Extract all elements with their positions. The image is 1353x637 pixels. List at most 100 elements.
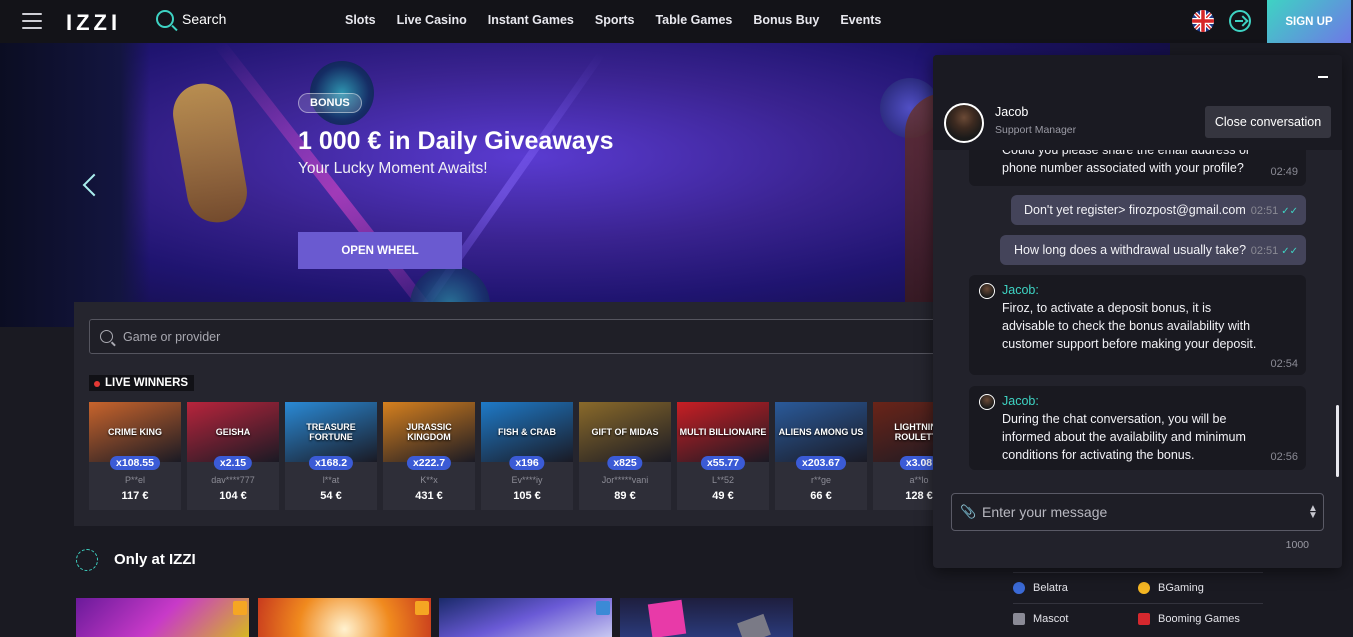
attachment-icon[interactable]: 📎 — [960, 505, 976, 519]
game-search-input[interactable] — [123, 329, 823, 344]
win-amount: 105 € — [513, 490, 541, 502]
winner-name: K**x — [420, 475, 438, 485]
provider-bgaming[interactable]: BGaming — [1138, 582, 1263, 594]
read-check-icon: ✓✓ — [1281, 206, 1298, 217]
chat-message: How long does a withdrawal usually take?… — [1000, 235, 1306, 265]
win-amount: 104 € — [219, 490, 247, 502]
provider-label: Mascot — [1033, 613, 1069, 625]
resize-arrows-icon[interactable]: ▲ ▼ — [1303, 504, 1323, 521]
multiplier-badge: x825 — [607, 456, 643, 470]
provider-mascot[interactable]: Mascot — [1013, 613, 1138, 625]
winner-card[interactable]: GEISHA x2.15 dav****777 104 € — [187, 402, 279, 510]
game-title: GEISHA — [215, 427, 251, 437]
multiplier-badge: x168.2 — [308, 456, 354, 470]
login-icon[interactable] — [1229, 10, 1251, 32]
chat-message: Jacob: Firoz, to activate a deposit bonu… — [969, 275, 1306, 375]
winner-card[interactable]: GIFT OF MIDAS x825 Jor*****vani 89 € — [579, 402, 671, 510]
message-input[interactable] — [982, 504, 1295, 520]
message-text: Don't yet register> firozpost@gmail.com — [1024, 203, 1246, 217]
booming-games-icon — [1138, 613, 1150, 625]
search-label: Search — [182, 11, 227, 27]
nav-slots[interactable]: Slots — [345, 13, 376, 27]
logo[interactable]: IZZI — [66, 10, 121, 36]
winner-card[interactable]: JURASSIC KINGDOM x222.7 K**x 431 € — [383, 402, 475, 510]
game-thumbnail: ALIENS AMONG US — [775, 402, 867, 462]
message-text: Could you please share the email address… — [1002, 150, 1251, 175]
game-thumbnail: FISH & CRAB — [481, 402, 573, 462]
signup-button[interactable]: SIGN UP — [1267, 0, 1351, 43]
game-title: JURASSIC KINGDOM — [406, 422, 452, 442]
section-title: Only at IZZI — [114, 551, 196, 568]
hero-subtitle: Your Lucky Moment Awaits! — [298, 160, 488, 177]
game-thumbnail: TREASURE FORTUNE — [285, 402, 377, 462]
win-amount: 54 € — [320, 490, 342, 502]
search-icon — [100, 330, 113, 343]
winner-name: L**52 — [711, 475, 735, 485]
nav-events[interactable]: Events — [840, 13, 881, 27]
winner-name: Ev****iy — [511, 475, 543, 485]
provider-booming-games[interactable]: Booming Games — [1138, 613, 1263, 625]
winner-name: Jor*****vani — [601, 475, 649, 485]
message-text: Firoz, to activate a deposit bonus, it i… — [1002, 301, 1257, 351]
winner-card[interactable]: CRIME KING x108.55 P**el 117 € — [89, 402, 181, 510]
game-thumbnail: MULTI BILLIONAIRE — [677, 402, 769, 462]
winner-name: l**at — [322, 475, 340, 485]
winner-card[interactable]: TREASURE FORTUNE x168.2 l**at 54 € — [285, 402, 377, 510]
main-nav: Slots Live Casino Instant Games Sports T… — [345, 13, 881, 27]
nav-live-casino[interactable]: Live Casino — [397, 13, 467, 27]
provider-belatra[interactable]: Belatra — [1013, 582, 1138, 594]
win-amount: 89 € — [614, 490, 636, 502]
chat-scrollbar[interactable] — [1336, 405, 1339, 477]
game-character-image — [647, 599, 687, 637]
minimize-icon[interactable] — [1318, 76, 1328, 78]
nav-bonus-buy[interactable]: Bonus Buy — [753, 13, 819, 27]
char-limit: 1000 — [1285, 539, 1309, 551]
winners-list: CRIME KING x108.55 P**el 117 € GEISHA x2.15 da… — [89, 402, 954, 510]
game-title: ALIENS AMONG US — [778, 427, 864, 437]
game-tile[interactable] — [439, 598, 612, 637]
nav-instant-games[interactable]: Instant Games — [488, 13, 574, 27]
chat-widget: Jacob Support Manager Close conversation… — [933, 55, 1342, 568]
game-thumbnail: GEISHA — [187, 402, 279, 462]
multiplier-badge: x55.77 — [700, 456, 746, 470]
winner-card[interactable]: FISH & CRAB x196 Ev****iy 105 € — [481, 402, 573, 510]
belatra-icon — [1013, 582, 1025, 594]
nav-sports[interactable]: Sports — [595, 13, 635, 27]
provider-label: BGaming — [1158, 582, 1204, 594]
read-check-icon: ✓✓ — [1281, 246, 1298, 257]
hero-left-fade — [0, 43, 150, 327]
winner-card[interactable]: ALIENS AMONG US x203.67 r**ge 66 € — [775, 402, 867, 510]
search-icon — [156, 10, 174, 28]
nav-table-games[interactable]: Table Games — [655, 13, 732, 27]
search-button[interactable]: Search — [156, 10, 226, 28]
carousel-prev-icon[interactable] — [82, 171, 98, 199]
game-character-image — [737, 613, 771, 637]
close-conversation-button[interactable]: Close conversation — [1205, 106, 1331, 138]
providers-list: Belatra BGaming Mascot Booming Games — [1013, 572, 1263, 634]
uk-flag-icon[interactable] — [1192, 10, 1214, 32]
open-wheel-button[interactable]: OPEN WHEEL — [298, 232, 462, 269]
winner-name: r**ge — [810, 475, 831, 485]
multiplier-badge: x203.67 — [796, 456, 846, 470]
game-tile[interactable] — [258, 598, 431, 637]
message-sender: Jacob — [1002, 394, 1036, 408]
multiplier-badge: x196 — [509, 456, 545, 470]
winner-name: dav****777 — [211, 475, 255, 485]
win-amount: 49 € — [712, 490, 734, 502]
provider-row: Belatra BGaming — [1013, 572, 1263, 603]
chat-input-box: 📎 ▲▼ — [951, 493, 1324, 531]
game-tile[interactable] — [76, 598, 249, 637]
game-title: CRIME KING — [108, 427, 162, 437]
game-thumbnail: JURASSIC KINGDOM — [383, 402, 475, 462]
game-title: FISH & CRAB — [498, 427, 556, 437]
bgaming-icon — [1138, 582, 1150, 594]
mascot-icon — [1013, 613, 1025, 625]
game-tile[interactable] — [620, 598, 793, 637]
agent-name: Jacob — [995, 105, 1029, 119]
message-text: During the chat conversation, you will b… — [1002, 412, 1246, 462]
menu-icon[interactable] — [22, 13, 42, 29]
trophy-icon — [415, 601, 429, 615]
winner-card[interactable]: MULTI BILLIONAIRE x55.77 L**52 49 € — [677, 402, 769, 510]
izzi-badge-icon — [76, 549, 98, 571]
win-amount: 431 € — [415, 490, 443, 502]
